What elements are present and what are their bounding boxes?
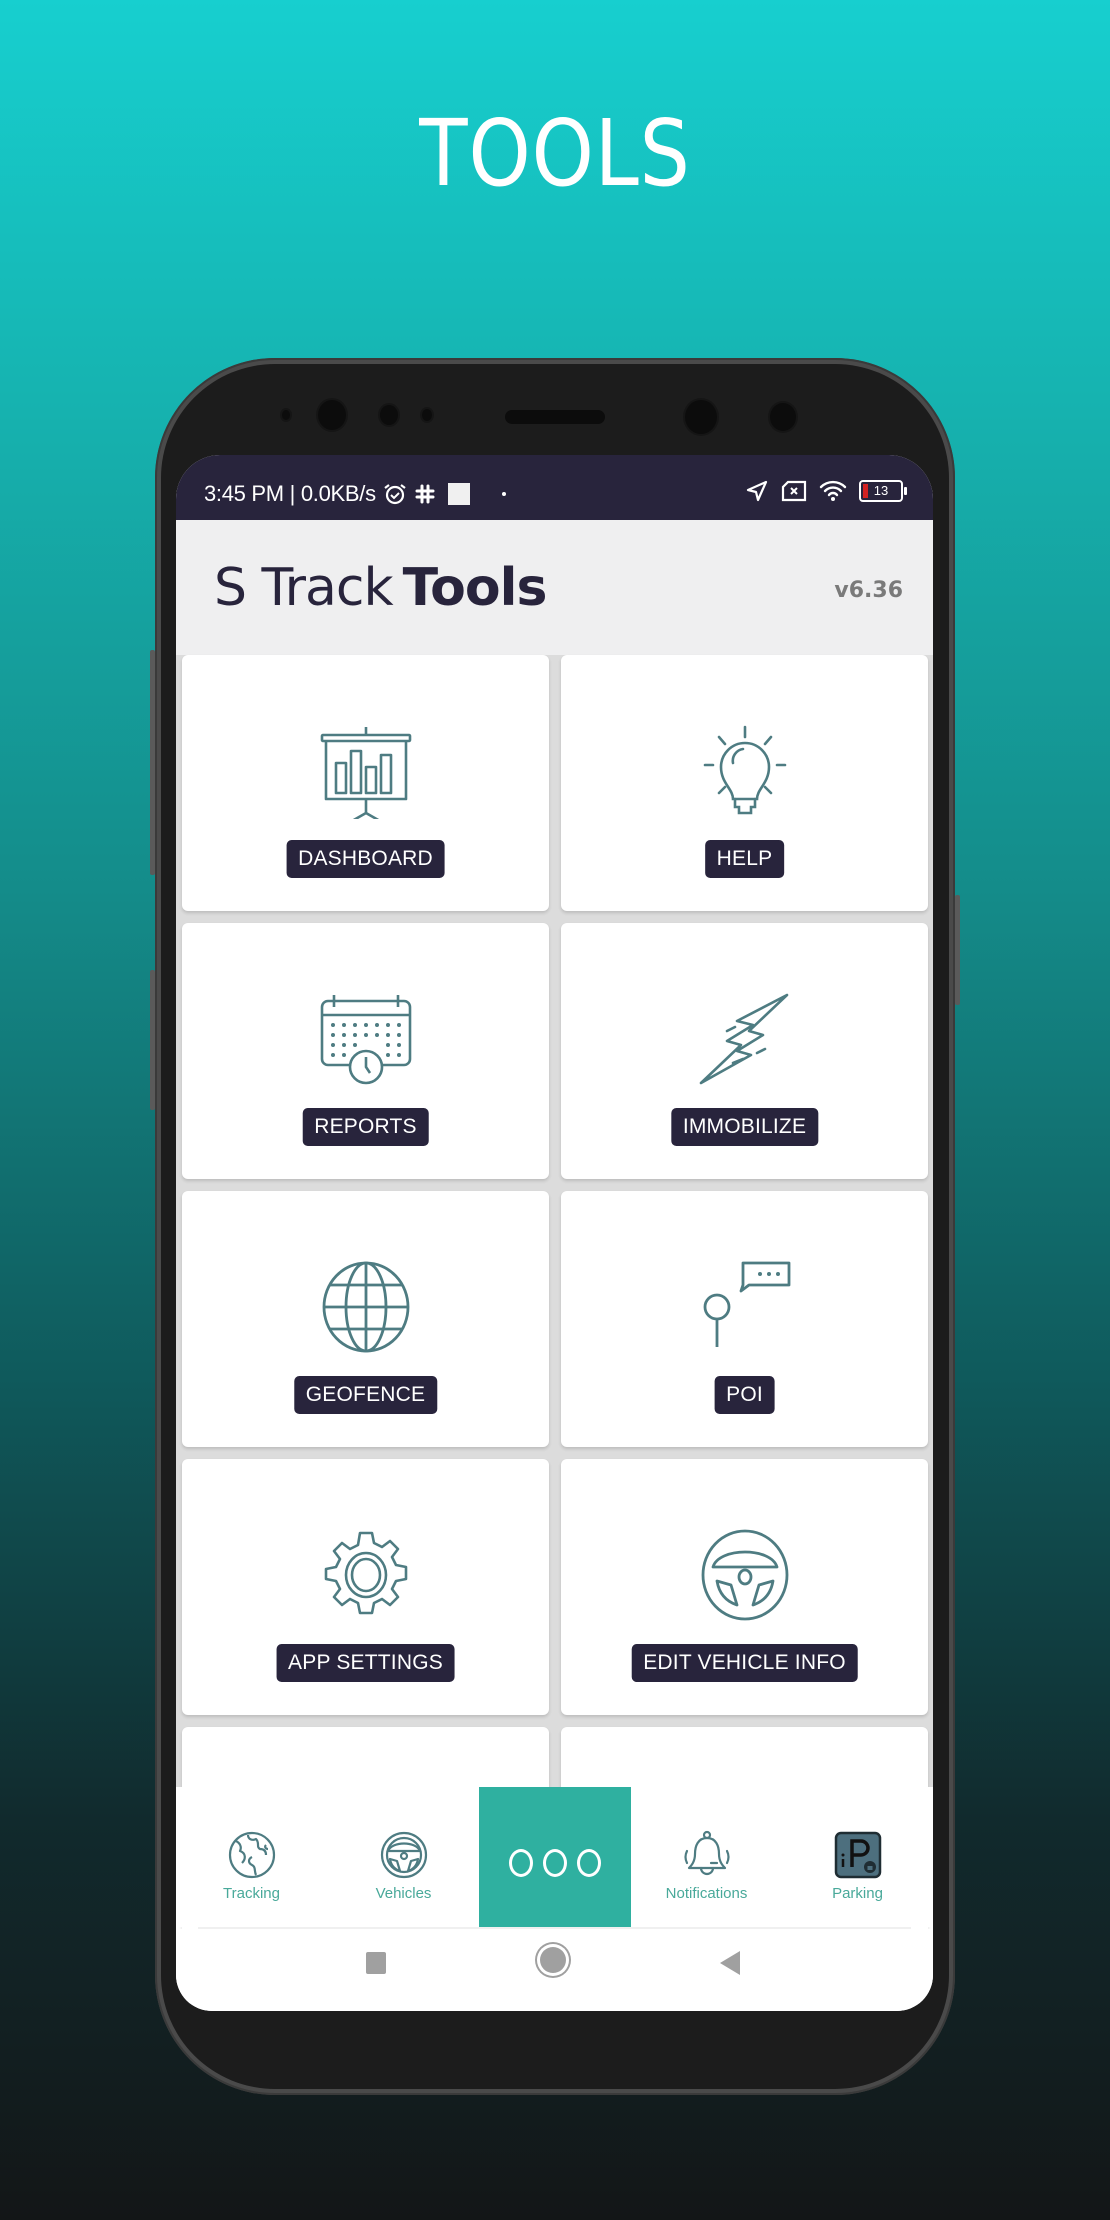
tile-label: HELP (704, 840, 785, 878)
slack-icon (415, 484, 435, 504)
lightbulb-icon (697, 723, 793, 819)
tile-label: IMMOBILIZE (670, 1108, 819, 1146)
front-camera (770, 403, 796, 431)
nav-notifications[interactable]: Notifications (631, 1787, 782, 1927)
status-bar: 3:45 PM | 0.0KB/s 13 (176, 455, 933, 520)
nav-parking[interactable]: Parking (782, 1787, 933, 1927)
alarm-icon (384, 484, 406, 505)
tile-label: DASHBOARD (286, 840, 445, 878)
system-nav-bar (176, 1929, 933, 2011)
page-title: S Track Tools (214, 558, 548, 618)
front-camera (685, 400, 717, 434)
steering-wheel-icon (697, 1527, 793, 1623)
sensor-dot (380, 405, 398, 425)
parking-icon (832, 1829, 884, 1881)
pin-chat-icon (697, 1259, 793, 1355)
sim-x-icon (781, 480, 807, 502)
battery-icon: 13 (859, 480, 907, 502)
status-time-network: 3:45 PM | 0.0KB/s (204, 481, 376, 506)
version-label: v6.36 (834, 578, 903, 603)
tile-dashboard[interactable]: DASHBOARD (182, 655, 549, 911)
tile-reports[interactable]: REPORTS (182, 923, 549, 1179)
nav-more-tools[interactable] (479, 1787, 631, 1927)
back-button[interactable] (720, 1951, 740, 1975)
tile-label: GEOFENCE (293, 1376, 438, 1414)
tile-help[interactable]: HELP (561, 655, 928, 911)
nav-label: Vehicles (375, 1885, 432, 1902)
presentation-chart-icon (318, 723, 414, 823)
tile-geofence[interactable]: GEOFENCE (182, 1191, 549, 1447)
tile-immobilize[interactable]: IMMOBILIZE (561, 923, 928, 1179)
dot-icon (501, 492, 506, 496)
app-name: S Track (214, 558, 394, 618)
lightning-bolt-icon (697, 991, 793, 1087)
tile-app-settings[interactable]: APP SETTINGS (182, 1459, 549, 1715)
front-camera (318, 400, 346, 430)
nav-tracking[interactable]: Tracking (176, 1787, 327, 1927)
location-arrow-icon (746, 480, 768, 502)
bell-icon (681, 1829, 733, 1881)
dot (543, 1849, 567, 1877)
gear-icon (318, 1527, 414, 1623)
calendar-clock-icon (318, 991, 414, 1087)
section-name: Tools (402, 558, 548, 618)
tile-label: APP SETTINGS (276, 1644, 455, 1682)
more-dots-icon (509, 1849, 601, 1877)
volume-up-button (150, 650, 155, 875)
tile-label: EDIT VEHICLE INFO (631, 1644, 858, 1682)
tile-label: POI (714, 1376, 775, 1414)
power-button (955, 895, 960, 1005)
battery-level: 13 (873, 483, 889, 498)
wifi-icon (819, 480, 847, 501)
tools-grid: DASHBOARD HELP REPORTS IMMOBILIZE GEOFEN… (176, 655, 933, 1983)
globe-icon (318, 1259, 414, 1355)
dot (577, 1849, 601, 1877)
sensor-dot (282, 410, 290, 420)
tile-poi[interactable]: POI (561, 1191, 928, 1447)
volume-down-button (150, 970, 155, 1110)
earth-icon (226, 1829, 278, 1881)
earpiece-speaker (505, 410, 605, 424)
tile-label: REPORTS (302, 1108, 429, 1146)
nav-label: Notifications (665, 1885, 748, 1902)
home-button[interactable] (540, 1947, 566, 1973)
app-header: S Track Tools v6.36 (176, 520, 933, 655)
sensor-dot (422, 409, 432, 421)
promo-title: TOOLS (419, 100, 691, 207)
nav-label: Tracking (223, 1885, 280, 1902)
dot (509, 1849, 533, 1877)
nav-label: Parking (832, 1885, 883, 1902)
nav-vehicles[interactable]: Vehicles (328, 1787, 479, 1927)
bottom-nav: Tracking Vehicles Notifications Parking (176, 1787, 933, 1927)
tile-edit-vehicle-info[interactable]: EDIT VEHICLE INFO (561, 1459, 928, 1715)
recent-apps-button[interactable] (366, 1952, 386, 1974)
image-icon (447, 483, 470, 505)
steering-wheel-icon (378, 1829, 430, 1881)
phone-screen: 3:45 PM | 0.0KB/s 13 S Track Tools v6.36 … (176, 455, 933, 2011)
